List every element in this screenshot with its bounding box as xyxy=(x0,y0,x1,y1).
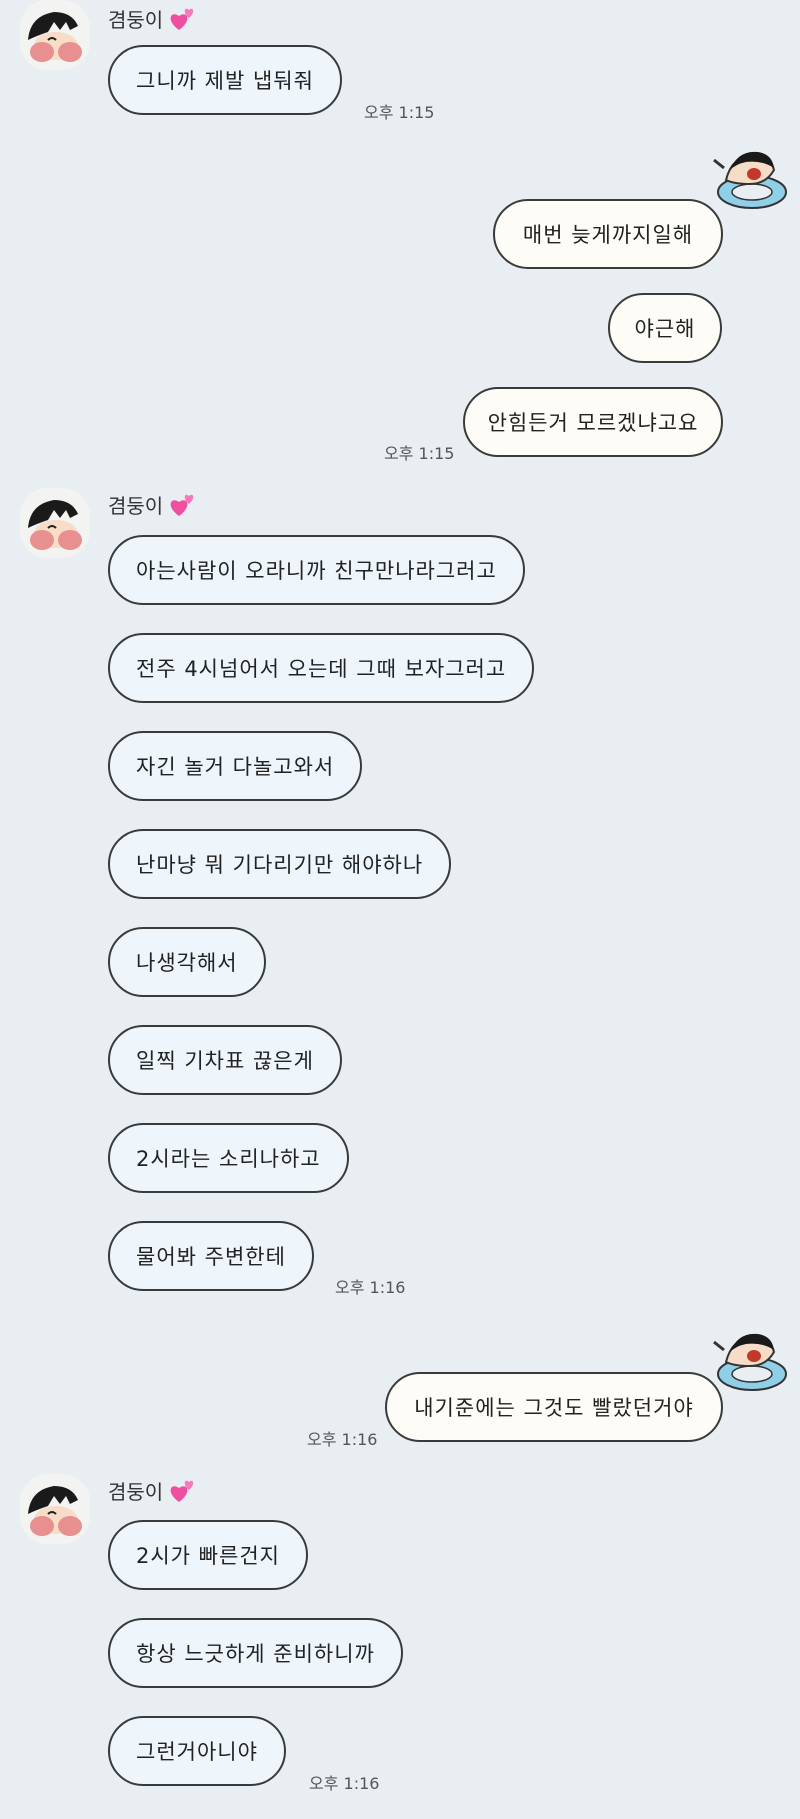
avatar[interactable] xyxy=(20,1474,90,1544)
message-timestamp: 오후 1:16 xyxy=(335,1278,406,1297)
pink-hearts-icon xyxy=(169,492,197,518)
message-bubble[interactable]: 안힘든거 모르겠냐고요 xyxy=(463,387,723,457)
message-bubble[interactable]: 나생각해서 xyxy=(108,927,266,997)
message-timestamp: 오후 1:15 xyxy=(364,103,435,122)
message-bubble[interactable]: 2시가 빠른건지 xyxy=(108,1520,308,1590)
message-bubble[interactable]: 야근해 xyxy=(608,293,722,363)
pink-hearts-icon xyxy=(169,1478,197,1504)
message-timestamp: 오후 1:15 xyxy=(384,444,455,463)
avatar[interactable] xyxy=(20,0,90,70)
shinchan-swim-ring-icon xyxy=(706,140,790,224)
message-bubble[interactable]: 자긴 놀거 다놀고와서 xyxy=(108,731,363,801)
sender-name: 겸둥이 xyxy=(108,1476,197,1505)
sender-name: 겸둥이 xyxy=(108,4,197,33)
message-bubble[interactable]: 2시라는 소리나하고 xyxy=(108,1123,349,1193)
pink-hearts-icon xyxy=(169,6,197,32)
message-bubble[interactable]: 항상 느긋하게 준비하니까 xyxy=(108,1618,403,1688)
message-timestamp: 오후 1:16 xyxy=(309,1774,380,1793)
message-bubble[interactable]: 물어봐 주변한테 xyxy=(108,1221,314,1291)
avatar[interactable] xyxy=(20,488,90,558)
message-bubble[interactable]: 매번 늦게까지일해 xyxy=(493,199,723,269)
message-timestamp: 오후 1:16 xyxy=(307,1430,378,1449)
message-bubble[interactable]: 아는사람이 오라니까 친구만나라그러고 xyxy=(108,535,525,605)
message-bubble[interactable]: 일찍 기차표 끊은게 xyxy=(108,1025,342,1095)
message-bubble[interactable]: 그런거아니야 xyxy=(108,1716,286,1786)
message-bubble[interactable]: 난마냥 뭐 기다리기만 해야하나 xyxy=(108,829,452,899)
message-bubble[interactable]: 그니까 제발 냅둬줘 xyxy=(108,45,342,115)
sender-name: 겸둥이 xyxy=(108,490,197,519)
message-bubble[interactable]: 내기준에는 그것도 빨랐던거야 xyxy=(385,1372,723,1442)
message-bubble[interactable]: 전주 4시넘어서 오는데 그때 보자그러고 xyxy=(108,633,535,703)
